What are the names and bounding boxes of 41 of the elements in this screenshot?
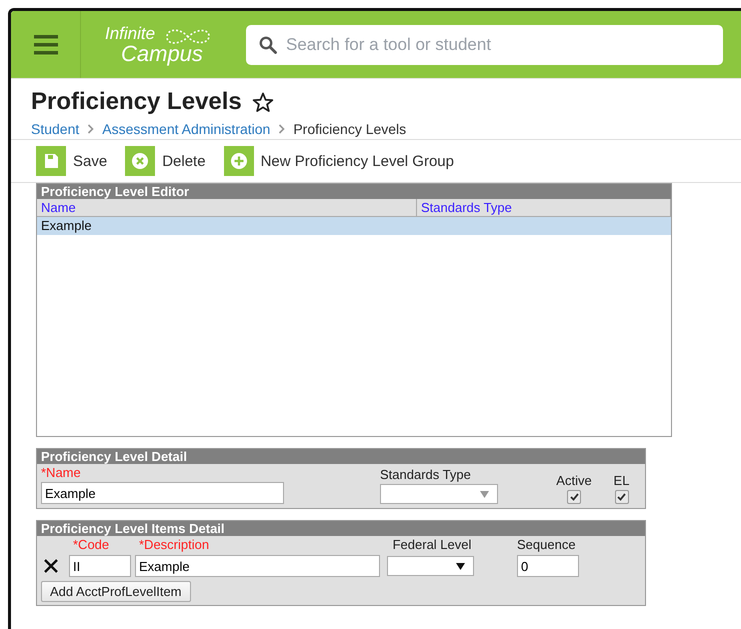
breadcrumb-current: Proficiency Levels bbox=[293, 121, 406, 137]
caret-icon bbox=[456, 562, 465, 570]
breadcrumb-link[interactable]: Assessment Administration bbox=[102, 121, 270, 137]
column-label: *Code bbox=[72, 537, 110, 552]
panel-title: Proficiency Level Editor bbox=[37, 184, 671, 199]
checkbox[interactable] bbox=[614, 490, 628, 504]
delete-icon[interactable] bbox=[43, 558, 59, 574]
column-header[interactable]: Name bbox=[37, 199, 417, 216]
new-group-button[interactable]: New Proficiency Level Group bbox=[224, 146, 454, 176]
page-title: Proficiency Levels bbox=[31, 87, 242, 117]
column-label: Federal Level bbox=[392, 537, 472, 552]
logo-text: Campus bbox=[121, 42, 203, 64]
column-label: Sequence bbox=[517, 537, 577, 552]
code-field[interactable]: II bbox=[69, 555, 131, 577]
column-label: *Description bbox=[138, 537, 210, 552]
search-icon bbox=[259, 36, 277, 54]
chevron-icon bbox=[87, 124, 94, 134]
chevron-icon bbox=[278, 124, 286, 134]
field-label: Active bbox=[556, 473, 592, 488]
text-field[interactable]: Example bbox=[41, 482, 284, 504]
search-field[interactable]: Search for a tool or student bbox=[246, 24, 723, 64]
column-header[interactable]: Standards Type bbox=[417, 199, 671, 216]
logo-text: Infinite bbox=[105, 24, 156, 42]
save-button[interactable]: Save bbox=[36, 146, 108, 176]
x-circle-icon bbox=[131, 152, 150, 170]
field-label: EL bbox=[614, 473, 630, 488]
sequence-field[interactable]: 0 bbox=[517, 555, 579, 577]
table-row[interactable]: Example bbox=[37, 217, 671, 235]
menu-icon[interactable] bbox=[34, 34, 58, 54]
description-field[interactable]: Example bbox=[135, 555, 380, 577]
panel-title: Proficiency Level Detail bbox=[37, 449, 645, 464]
field-label: Standards Type bbox=[380, 467, 471, 482]
plus-circle-icon bbox=[230, 152, 248, 170]
breadcrumb-link[interactable]: Student bbox=[31, 121, 80, 137]
star-icon[interactable] bbox=[252, 92, 274, 112]
panel-title: Proficiency Level Items Detail bbox=[37, 521, 645, 536]
field-label: *Name bbox=[41, 465, 81, 480]
checkbox[interactable] bbox=[567, 490, 581, 504]
caret-icon bbox=[480, 490, 489, 498]
delete-button[interactable]: Delete bbox=[125, 146, 206, 176]
add-item-button[interactable]: Add AcctProfLevelItem bbox=[41, 581, 191, 602]
